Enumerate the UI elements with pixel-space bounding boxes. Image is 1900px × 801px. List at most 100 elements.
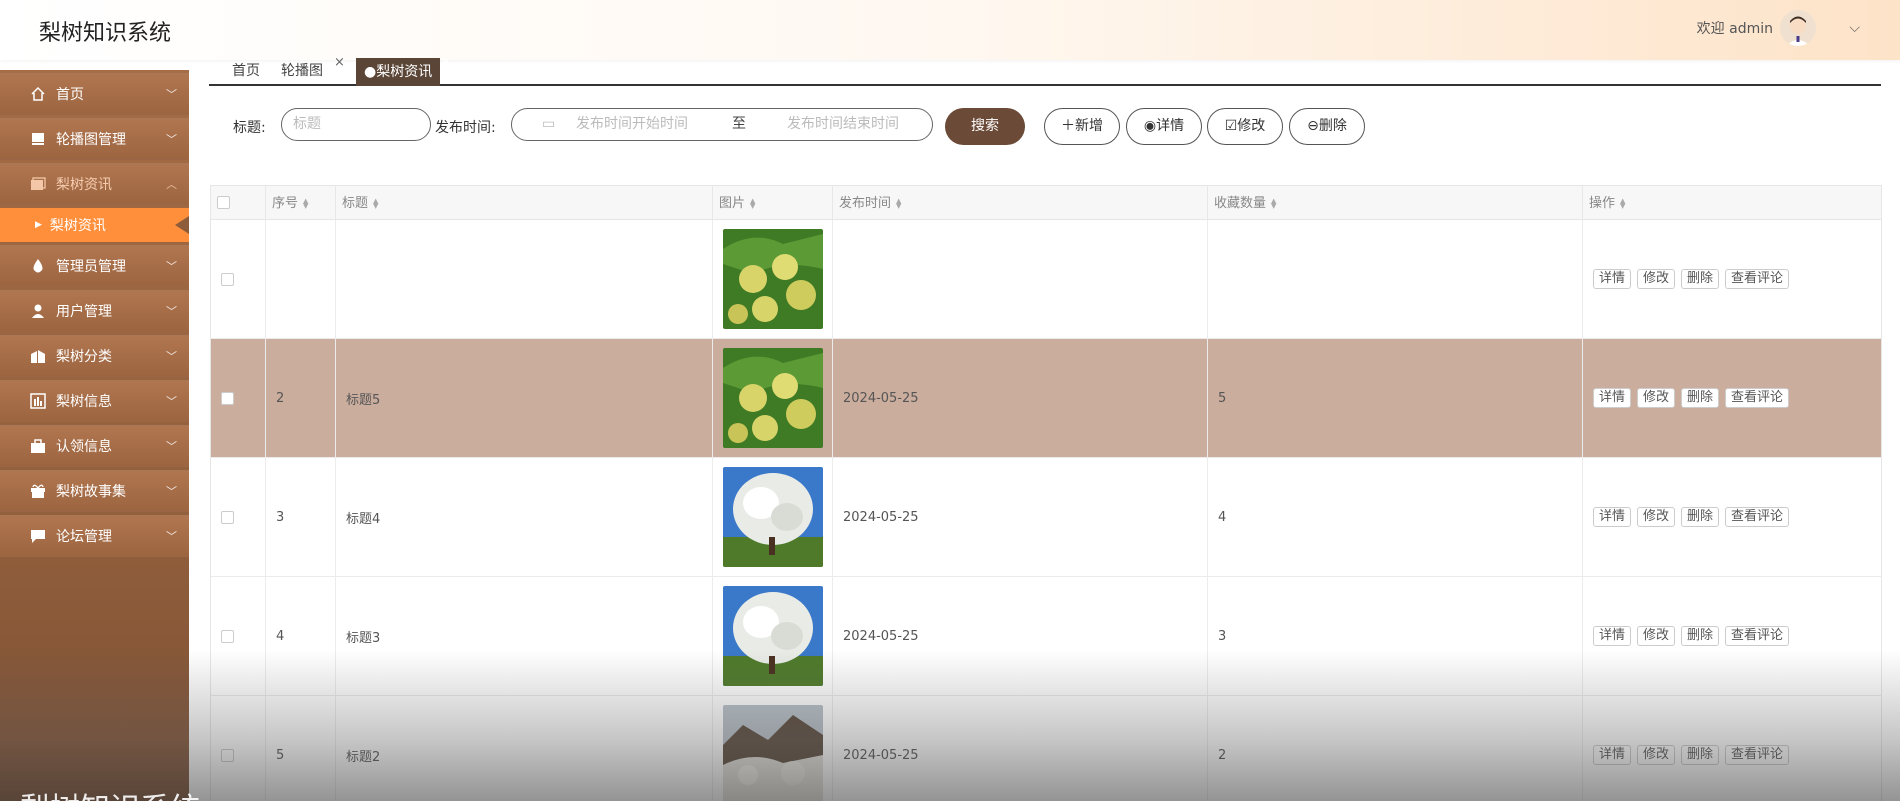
sidebar-item-forum[interactable]: 论坛管理 ﹀: [0, 515, 189, 557]
col-header-no[interactable]: 序号 ▲ ▼: [265, 186, 335, 221]
pear-tree-image[interactable]: [723, 467, 823, 567]
col-header-ops[interactable]: 操作 ▲ ▼: [1582, 186, 1883, 221]
row-checkbox[interactable]: [221, 391, 234, 405]
close-icon[interactable]: ×: [440, 55, 451, 70]
home-icon: [30, 86, 46, 102]
row-checkbox-cell: [211, 220, 265, 338]
col-header-image[interactable]: 图片 ▲ ▼: [712, 186, 832, 221]
cell-title: 标题4: [335, 458, 712, 576]
chevron-down-icon: ﹀: [166, 440, 177, 453]
close-icon[interactable]: ×: [334, 55, 345, 70]
sidebar-item-users[interactable]: 用户管理 ﹀: [0, 290, 189, 332]
row-detail-button[interactable]: 详情: [1593, 507, 1632, 527]
table-row[interactable]: 2 标题5 2024-05-25 5 详情 修改 删除 查看评论: [210, 339, 1882, 458]
chevron-down-icon[interactable]: ⌵: [1849, 20, 1860, 36]
delete-button[interactable]: ⊖删除: [1289, 108, 1365, 145]
briefcase-icon: [30, 438, 46, 454]
table-row[interactable]: 详情 修改 删除 查看评论: [210, 220, 1882, 339]
welcome-text: 欢迎 admin: [1696, 21, 1773, 37]
row-edit-button[interactable]: 修改: [1637, 507, 1676, 527]
sidebar-item-claim[interactable]: 认领信息 ﹀: [0, 425, 189, 467]
edit-button[interactable]: ☑修改: [1207, 108, 1283, 145]
edit-icon: ☑: [1224, 118, 1238, 134]
cell-title: [335, 220, 712, 338]
col-label: 序号: [272, 196, 299, 211]
cell-title: 标题5: [335, 339, 712, 457]
news-table: 序号 ▲ ▼ 标题 ▲ ▼ 图片 ▲ ▼ 发布时间 ▲ ▼ 收藏数量 ▲ ▼ 操作 ▲ ▼ 详情 修改 删除…: [210, 185, 1882, 801]
row-checkbox[interactable]: [221, 748, 234, 762]
row-delete-button[interactable]: 删除: [1681, 626, 1720, 646]
row-checkbox-cell: [211, 577, 265, 695]
add-label: 新增: [1075, 118, 1103, 134]
row-edit-button[interactable]: 修改: [1637, 388, 1676, 408]
sort-icon[interactable]: ▲ ▼: [1271, 197, 1276, 209]
row-comments-button[interactable]: 查看评论: [1725, 507, 1790, 527]
col-header-title[interactable]: 标题 ▲ ▼: [335, 186, 712, 221]
active-indicator: [175, 216, 189, 234]
pear-fruit-image[interactable]: [723, 348, 823, 448]
row-checkbox[interactable]: [221, 510, 234, 524]
sidebar-item-home[interactable]: 首页 ﹀: [0, 73, 189, 115]
row-detail-button[interactable]: 详情: [1593, 745, 1632, 765]
row-delete-button[interactable]: 删除: [1681, 388, 1720, 408]
sidebar-item-admin[interactable]: 管理员管理 ﹀: [0, 245, 189, 287]
detail-button[interactable]: ◉详情: [1126, 108, 1202, 145]
row-checkbox[interactable]: [221, 272, 234, 286]
sidebar-item-label: 梨树故事集: [56, 484, 126, 500]
row-detail-button[interactable]: 详情: [1593, 626, 1632, 646]
search-button[interactable]: 搜索: [945, 108, 1025, 145]
sidebar-item-stories[interactable]: 梨树故事集 ﹀: [0, 470, 189, 512]
row-comments-button[interactable]: 查看评论: [1725, 626, 1790, 646]
chevron-up-icon: ︿: [166, 178, 177, 191]
row-delete-button[interactable]: 删除: [1681, 745, 1720, 765]
select-all-checkbox[interactable]: [217, 196, 230, 209]
row-delete-button[interactable]: 删除: [1681, 507, 1720, 527]
row-detail-button[interactable]: 详情: [1593, 269, 1632, 289]
col-header-fav[interactable]: 收藏数量 ▲ ▼: [1207, 186, 1582, 221]
sort-icon[interactable]: ▲ ▼: [896, 197, 901, 209]
sidebar-item-news[interactable]: 梨树资讯 ︿: [0, 163, 189, 205]
col-header-time[interactable]: 发布时间 ▲ ▼: [832, 186, 1207, 221]
row-detail-button[interactable]: 详情: [1593, 388, 1632, 408]
cell-ops: 详情 修改 删除 查看评论: [1582, 696, 1883, 801]
tab-carousel[interactable]: 轮播图: [281, 58, 323, 84]
cell-fav: 5: [1207, 339, 1582, 457]
cell-image: [712, 577, 832, 695]
pear-mountain-image[interactable]: [723, 705, 823, 801]
row-comments-button[interactable]: 查看评论: [1725, 745, 1790, 765]
row-edit-button[interactable]: 修改: [1637, 745, 1676, 765]
sort-icon[interactable]: ▲ ▼: [750, 197, 755, 209]
cell-fav: 2: [1207, 696, 1582, 801]
row-edit-button[interactable]: 修改: [1637, 626, 1676, 646]
table-row[interactable]: 5 标题2 2024-05-25 2 详情 修改 删除 查看评论: [210, 696, 1882, 801]
row-delete-button[interactable]: 删除: [1681, 269, 1720, 289]
row-comments-button[interactable]: 查看评论: [1725, 269, 1790, 289]
row-checkbox-cell: [211, 458, 265, 576]
drop-icon: [30, 258, 46, 274]
sidebar-item-carousel[interactable]: 轮播图管理 ﹀: [0, 118, 189, 160]
col-label: 发布时间: [839, 196, 892, 211]
sort-icon[interactable]: ▲ ▼: [303, 197, 308, 209]
tab-home[interactable]: 首页: [232, 58, 260, 84]
add-button[interactable]: ＋新增: [1044, 108, 1120, 145]
pear-fruit-image[interactable]: [723, 229, 823, 329]
date-range-input[interactable]: ▭ 发布时间开始时间 至 发布时间结束时间: [511, 108, 933, 141]
sidebar-subitem-news[interactable]: ▶ 梨树资讯: [0, 208, 189, 242]
cell-title: 标题3: [335, 577, 712, 695]
tab-news[interactable]: ●梨树资讯: [356, 58, 441, 86]
row-edit-button[interactable]: 修改: [1637, 269, 1676, 289]
row-checkbox[interactable]: [221, 629, 234, 643]
sidebar-item-category[interactable]: 梨树分类 ﹀: [0, 335, 189, 377]
pear-tree-image[interactable]: [723, 586, 823, 686]
table-row[interactable]: 3 标题4 2024-05-25 4 详情 修改 删除 查看评论: [210, 458, 1882, 577]
sort-icon[interactable]: ▲ ▼: [373, 197, 378, 209]
cell-image: [712, 220, 832, 338]
sidebar-item-treeinfo[interactable]: 梨树信息 ﹀: [0, 380, 189, 422]
avatar[interactable]: [1780, 10, 1816, 46]
minus-circle-icon: ⊖: [1307, 118, 1319, 134]
sidebar: 首页 ﹀ 轮播图管理 ﹀ 梨树资讯 ︿ ▶ 梨树资讯 管理员管理 ﹀ 用户管理 …: [0, 70, 189, 801]
sort-icon[interactable]: ▲ ▼: [1620, 197, 1625, 209]
table-row[interactable]: 4 标题3 2024-05-25 3 详情 修改 删除 查看评论: [210, 577, 1882, 696]
title-input[interactable]: 标题: [281, 108, 431, 141]
row-comments-button[interactable]: 查看评论: [1725, 388, 1790, 408]
